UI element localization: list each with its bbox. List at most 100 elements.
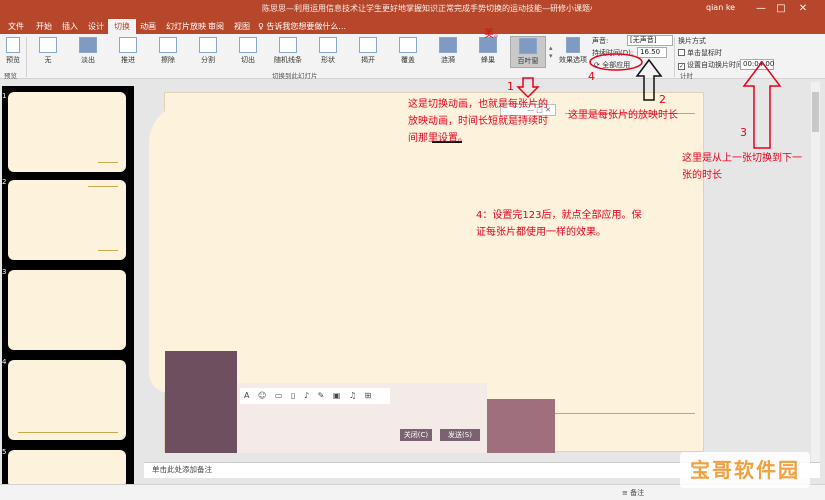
transition-label: 分割	[201, 56, 215, 64]
transition-label: 擦除	[161, 56, 175, 64]
transition-blinds[interactable]: 百叶窗	[510, 36, 546, 68]
transition-label: 揭开	[361, 56, 375, 64]
tab-file[interactable]: 文件	[2, 19, 30, 34]
thumb-line	[98, 162, 118, 163]
transition-label: 随机线条	[274, 56, 302, 64]
slide-thumbnail-5[interactable]	[8, 450, 126, 488]
annotation-top-text: 美。	[484, 29, 504, 40]
minimize-button[interactable]: —	[752, 1, 770, 17]
apply-all-label: 全部应用	[602, 61, 631, 69]
transition-cover[interactable]: 覆盖	[390, 36, 426, 68]
preview-group-label: 预览	[4, 72, 17, 80]
slide-number: 4	[2, 358, 7, 366]
notes-button[interactable]: ≡ 备注	[622, 488, 644, 498]
sound-select[interactable]: [无声音]	[627, 35, 673, 46]
editor-scrollbar[interactable]	[811, 82, 820, 462]
on-click-option[interactable]: 单击鼠标时	[678, 48, 722, 58]
close-button[interactable]: ✕	[794, 1, 812, 17]
after-option[interactable]: ✓ 设置自动换片时间:	[678, 60, 745, 70]
transition-push[interactable]: 推进	[110, 36, 146, 68]
slide-number: 2	[2, 178, 7, 186]
annotation-text-3: 这里是从上一张切换到下一张的时长	[682, 153, 802, 181]
slide-thumbnail-1[interactable]	[8, 92, 126, 172]
maximize-button[interactable]: □	[772, 1, 790, 17]
after-time-input[interactable]: 00:04.00	[740, 59, 774, 70]
tab-animations[interactable]: 动画	[134, 19, 162, 34]
annotation-number-2: 2	[659, 93, 666, 106]
notes-button-label: 备注	[630, 489, 645, 497]
annotation-text-1: 这是切换动画，也就是每张片的放映动画，时间长短就是持续时间那里设置。	[408, 99, 548, 144]
tab-review[interactable]: 审阅	[202, 19, 230, 34]
slide-maroon-block	[165, 351, 237, 453]
slide-maroon-block-right	[487, 399, 555, 453]
preview-button[interactable]: 预览	[2, 36, 24, 68]
slide-gold-line	[555, 413, 695, 414]
annotation-text-4: 4：设置完123后，就点全部应用。保证每张片都使用一样的效果。	[476, 210, 642, 238]
transitions-group-label: 切换到此幻灯片	[272, 72, 318, 80]
send-chat-button[interactable]: 发送(S)	[440, 429, 480, 441]
apply-all-button[interactable]: ⟳ 全部应用	[594, 60, 630, 70]
transition-none[interactable]: 无	[30, 36, 66, 68]
transition-push-icon	[119, 37, 137, 53]
effect-options-button[interactable]: 效果选项	[558, 36, 588, 68]
duration-input[interactable]: 16.50	[637, 47, 667, 58]
user-name[interactable]: qian ke	[706, 3, 735, 12]
tab-design[interactable]: 设计	[82, 19, 110, 34]
transition-wipe[interactable]: 擦除	[150, 36, 186, 68]
tell-me-search[interactable]: ♀ 告诉我您想要做什么...	[258, 19, 346, 34]
slide-thumbnail-2[interactable]	[8, 180, 126, 260]
scrollbar-thumb[interactable]	[812, 92, 819, 132]
transition-label: 切出	[241, 56, 255, 64]
transition-cut[interactable]: 切出	[230, 36, 266, 68]
transition-uncover[interactable]: 揭开	[350, 36, 386, 68]
transition-label: 无	[44, 56, 52, 64]
tab-home[interactable]: 开始	[30, 19, 58, 34]
tab-insert[interactable]: 插入	[56, 19, 84, 34]
thumbnail-list[interactable]: 1 2 3 4 5	[2, 86, 134, 490]
tab-view[interactable]: 视图	[228, 19, 256, 34]
ribbon-separator	[26, 37, 27, 77]
sound-label: 声音:	[592, 37, 609, 45]
transition-uncover-icon	[359, 37, 377, 53]
slide-number: 5	[2, 448, 7, 456]
transition-random-bars[interactable]: 随机线条	[270, 36, 306, 68]
transition-fade[interactable]: 淡出	[70, 36, 106, 68]
gallery-scroll[interactable]: ▴ ▾	[549, 44, 553, 60]
thumb-line	[98, 250, 118, 251]
ribbon: 预览 预览 无 淡出 推进 擦除 分割 切出 随机线条 形状 揭开 覆盖 涟漪 …	[0, 34, 825, 80]
on-click-checkbox[interactable]	[678, 49, 685, 56]
transition-ripple[interactable]: 涟漪	[430, 36, 466, 68]
duration-label: 持续时间(D):	[592, 49, 634, 57]
transition-label: 涟漪	[441, 56, 455, 64]
transition-split[interactable]: 分割	[190, 36, 226, 68]
tab-transitions[interactable]: 切换	[108, 19, 136, 34]
embedded-chat-toolbar[interactable]: A ☺ ▭ ▯ ♪ ✎ ▣ ♫ ⊞	[240, 388, 390, 404]
transition-label: 推进	[121, 56, 135, 64]
window-title: 陈思思—利用运用信息技术让学生更好地掌握知识正常完成手势切换的运动技能—研修小课…	[262, 4, 592, 13]
annotation-number-4: 4	[588, 70, 595, 83]
annotation-text-2: 这里是每张片的放映时长	[568, 110, 678, 121]
thumb-line	[18, 432, 118, 433]
slide-thumbnail-4[interactable]	[8, 360, 126, 440]
transition-label: 淡出	[81, 56, 95, 64]
preview-icon	[6, 37, 20, 53]
after-checkbox[interactable]: ✓	[678, 63, 685, 70]
close-chat-button[interactable]: 关闭(C)	[400, 429, 432, 441]
transition-random-bars-icon	[279, 37, 297, 53]
on-click-label: 单击鼠标时	[687, 49, 722, 57]
transition-none-icon	[39, 37, 57, 53]
site-watermark: 宝哥软件园	[680, 452, 810, 488]
preview-label: 预览	[6, 56, 20, 64]
slide-blob-shape	[149, 103, 299, 393]
slide-thumbnail-3[interactable]	[8, 270, 126, 350]
timing-group-label: 计时	[680, 72, 693, 80]
transition-cover-icon	[399, 37, 417, 53]
transition-shape[interactable]: 形状	[310, 36, 346, 68]
ribbon-tabs: 文件 开始 插入 设计 切换 动画 幻灯片放映 审阅 视图 ♀ 告诉我您想要做什…	[0, 18, 825, 34]
advance-title: 换片方式	[678, 37, 706, 45]
transition-cut-icon	[239, 37, 257, 53]
transition-label: 覆盖	[401, 56, 415, 64]
transition-wipe-icon	[159, 37, 177, 53]
slide-number: 1	[2, 92, 7, 100]
ribbon-separator	[674, 37, 675, 77]
